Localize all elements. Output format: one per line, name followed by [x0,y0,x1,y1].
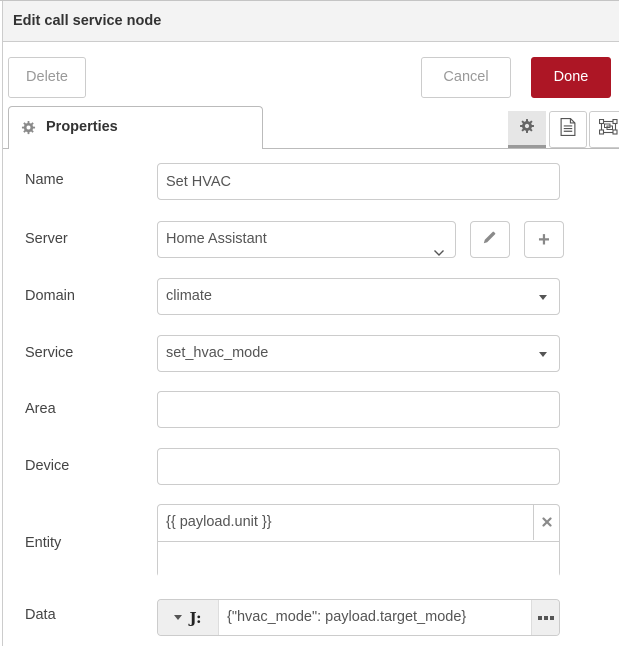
jsonata-type-icon: J: [189,609,201,627]
add-server-button[interactable]: + [524,221,564,258]
pencil-icon [483,230,497,249]
device-input[interactable] [157,448,560,485]
server-select[interactable]: Home Assistant [157,221,456,258]
chevron-down-icon [433,236,445,271]
dialog-left-edge [2,1,3,646]
service-input[interactable]: set_hvac_mode [157,335,560,372]
data-value-input[interactable]: {"hvac_mode": payload.target_mode} [219,600,531,635]
caret-down-icon[interactable] [539,295,547,300]
edit-server-button[interactable] [470,221,510,258]
name-input[interactable] [157,163,560,200]
properties-section-button[interactable] [508,111,546,148]
edit-call-service-node-dialog: Edit call service node Delete Cancel Don… [0,0,619,646]
data-typed-input: J: {"hvac_mode": payload.target_mode} [157,599,560,636]
server-label: Server [25,231,68,247]
delete-button[interactable]: Delete [8,57,86,98]
domain-value: climate [166,288,212,304]
entity-item-value: {{ payload.unit }} [166,505,272,540]
plus-icon: + [538,230,550,250]
service-value: set_hvac_mode [166,345,268,361]
entity-list-item[interactable]: {{ payload.unit }} [158,505,559,542]
server-select-value: Home Assistant [166,231,267,247]
entity-label: Entity [25,535,61,551]
document-icon [560,118,576,141]
caret-down-icon [174,615,182,620]
cancel-button[interactable]: Cancel [421,57,511,98]
description-section-button[interactable] [549,111,587,148]
tab-properties[interactable]: Properties [8,106,263,149]
gear-icon [519,118,535,139]
entity-list: {{ payload.unit }} [157,504,560,577]
data-label: Data [25,607,56,623]
service-label: Service [25,345,73,361]
area-label: Area [25,401,56,417]
device-label: Device [25,458,69,474]
expand-expression-button[interactable] [531,600,559,635]
entity-input[interactable] [158,542,559,577]
domain-label: Domain [25,288,75,304]
area-input[interactable] [157,391,560,428]
name-label: Name [25,172,64,188]
gear-icon [21,120,36,140]
entity-add-row[interactable] [158,542,559,577]
done-button[interactable]: Done [531,57,611,98]
dialog-header: Edit call service node [3,1,619,42]
appearance-section-button[interactable] [589,111,619,148]
data-type-select-button[interactable]: J: [158,600,219,635]
domain-input[interactable]: climate [157,278,560,315]
caret-down-icon[interactable] [539,352,547,357]
remove-entity-button[interactable] [533,505,559,540]
ellipsis-icon [538,616,554,620]
close-icon [542,514,552,532]
tab-properties-label: Properties [46,107,118,148]
object-group-icon [599,119,618,140]
dialog-title: Edit call service node [13,1,161,41]
